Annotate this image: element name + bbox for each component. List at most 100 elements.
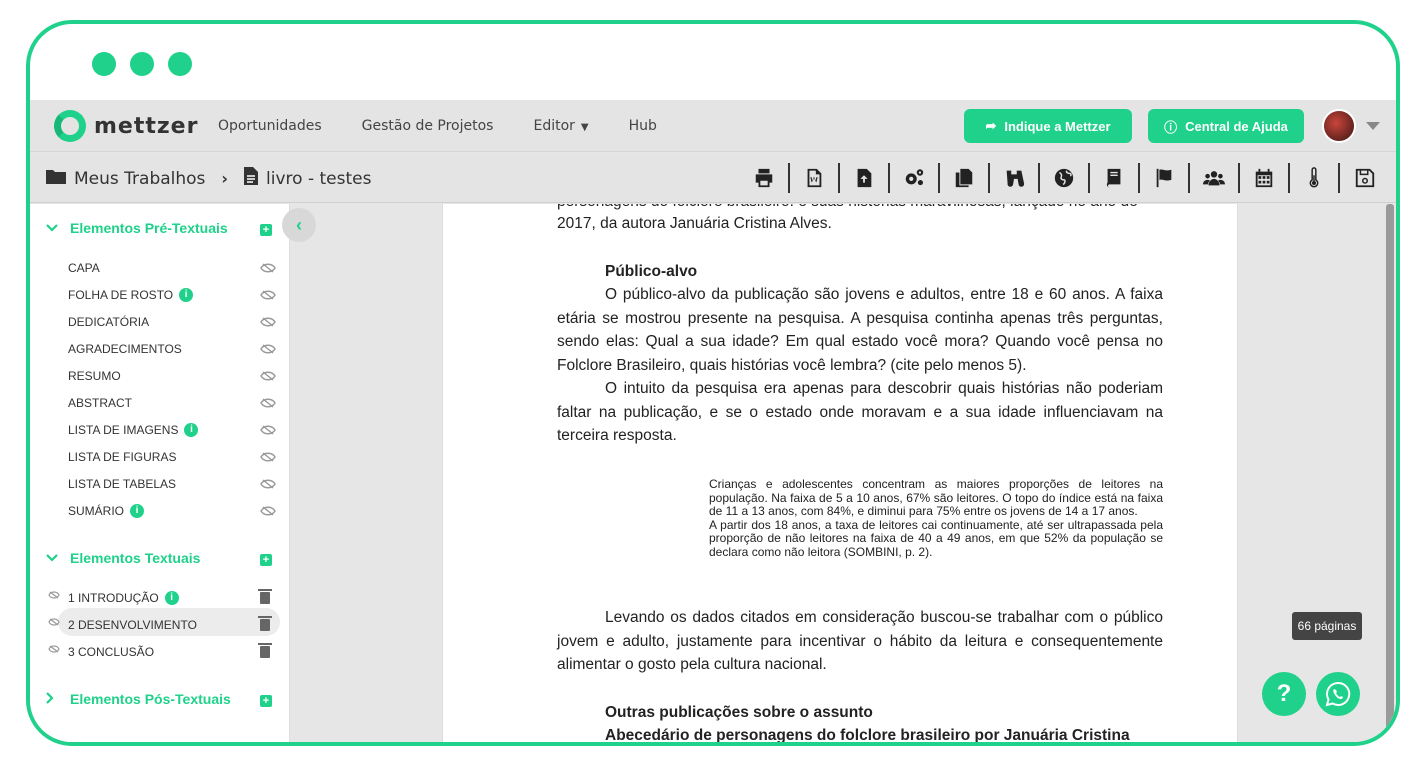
info-icon[interactable]: i: [130, 504, 145, 518]
nav-gestao-projetos[interactable]: Gestão de Projetos: [362, 118, 494, 134]
section-pos-textuais[interactable]: Elementos Pós-Textuais: [46, 691, 231, 707]
eye-slash-icon[interactable]: [260, 425, 276, 435]
trash-icon[interactable]: [258, 616, 272, 631]
eye-slash-icon[interactable]: [48, 618, 60, 626]
copy-icon: [955, 168, 973, 188]
document-page[interactable]: personagens do folclore brasileiro: e su…: [442, 204, 1238, 742]
eye-slash-icon[interactable]: [260, 317, 276, 327]
sidebar-item-label: CAPA: [68, 261, 100, 275]
info-icon[interactable]: i: [179, 288, 194, 302]
eye-slash-icon[interactable]: [260, 290, 276, 300]
window-frame: mettzer Oportunidades Gestão de Projetos…: [26, 20, 1400, 746]
file-upload-button[interactable]: [840, 163, 890, 193]
thermometer-icon: [1309, 167, 1319, 188]
file-icon: [244, 167, 259, 190]
question-icon: ?: [1276, 680, 1292, 707]
print-button[interactable]: [740, 163, 790, 193]
save-button[interactable]: [1340, 163, 1390, 193]
sidebar-item-folha-rosto[interactable]: FOLHA DE ROSTO i: [68, 283, 194, 307]
add-textual-button[interactable]: +: [260, 554, 272, 566]
window-dot-minimize[interactable]: [130, 52, 154, 76]
collapse-sidebar-button[interactable]: ‹: [282, 208, 316, 242]
add-pos-textual-button[interactable]: +: [260, 695, 272, 707]
eye-slash-icon[interactable]: [260, 371, 276, 381]
central-ajuda-button[interactable]: ⓘ Central de Ajuda: [1148, 109, 1304, 143]
nav-items: Oportunidades Gestão de Projetos Editor ▼…: [218, 118, 657, 134]
window-dot-close[interactable]: [92, 52, 116, 76]
calendar-button[interactable]: [1240, 163, 1290, 193]
eye-slash-icon[interactable]: [260, 452, 276, 462]
avatar-caret-icon[interactable]: [1366, 122, 1380, 130]
indique-label: Indique a Mettzer: [1004, 118, 1111, 134]
sidebar-item-desenvolvimento[interactable]: 2 DESENVOLVIMENTO: [68, 613, 197, 637]
nav-oportunidades[interactable]: Oportunidades: [218, 118, 322, 134]
eye-slash-icon[interactable]: [48, 591, 60, 599]
sidebar-item-label: 2 DESENVOLVIMENTO: [68, 618, 197, 632]
print-icon: [755, 168, 773, 188]
sidebar-item-label: RESUMO: [68, 369, 121, 383]
eye-slash-icon[interactable]: [260, 506, 276, 516]
nav-editor[interactable]: Editor ▼: [533, 118, 588, 134]
sidebar-item-lista-tabelas[interactable]: LISTA DE TABELAS: [68, 472, 176, 496]
info-icon[interactable]: i: [184, 423, 199, 437]
thermometer-button[interactable]: [1290, 163, 1340, 193]
window-controls: [92, 52, 192, 76]
book-button[interactable]: [1090, 163, 1140, 193]
breadcrumb-current: livro - testes: [266, 168, 372, 189]
logo-text: mettzer: [94, 113, 199, 139]
sidebar-item-resumo[interactable]: RESUMO: [68, 364, 121, 388]
doc-quote-paragraph: A partir dos 18 anos, a taxa de leitores…: [709, 517, 1163, 559]
app: mettzer Oportunidades Gestão de Projetos…: [30, 100, 1396, 742]
eye-slash-icon[interactable]: [48, 645, 60, 653]
sidebar-item-abstract[interactable]: ABSTRACT: [68, 391, 132, 415]
add-pre-textual-button[interactable]: +: [260, 224, 272, 236]
flag-button[interactable]: [1140, 163, 1190, 193]
avatar[interactable]: [1322, 109, 1356, 143]
eye-slash-icon[interactable]: [260, 479, 276, 489]
doc-heading-outras-publicacoes: Outras publicações sobre o assunto: [605, 703, 873, 721]
sidebar-item-label: LISTA DE FIGURAS: [68, 450, 177, 464]
eye-slash-icon[interactable]: [260, 263, 276, 273]
document-scrollbar[interactable]: [1386, 204, 1394, 742]
chevron-down-icon: [46, 221, 60, 235]
logo[interactable]: mettzer: [54, 110, 198, 142]
help-button[interactable]: ?: [1262, 672, 1306, 716]
nav-hub[interactable]: Hub: [629, 118, 657, 134]
whatsapp-button[interactable]: [1316, 672, 1360, 716]
indique-button[interactable]: ➦ Indique a Mettzer: [964, 109, 1132, 143]
binoculars-button[interactable]: [990, 163, 1040, 193]
eye-slash-icon[interactable]: [260, 344, 276, 354]
sidebar-item-capa[interactable]: CAPA: [68, 256, 100, 280]
toolbar: Meus Trabalhos › livro - testes: [30, 153, 1396, 203]
sidebar-item-label: AGRADECIMENTOS: [68, 342, 182, 356]
folder-icon: [46, 168, 66, 189]
sidebar-item-agradecimentos[interactable]: AGRADECIMENTOS: [68, 337, 182, 361]
section-pre-textuais[interactable]: Elementos Pré-Textuais: [46, 220, 228, 236]
sidebar-item-lista-figuras[interactable]: LISTA DE FIGURAS: [68, 445, 176, 469]
trash-icon[interactable]: [258, 643, 272, 658]
globe-button[interactable]: [1040, 163, 1090, 193]
page-count-badge: 66 páginas: [1292, 612, 1362, 640]
window-dot-maximize[interactable]: [168, 52, 192, 76]
sidebar-item-dedicatoria[interactable]: DEDICATÓRIA: [68, 310, 149, 334]
eye-slash-icon[interactable]: [260, 398, 276, 408]
chevron-right-icon: ›: [221, 169, 229, 188]
settings-button[interactable]: [890, 163, 940, 193]
info-icon[interactable]: i: [164, 591, 179, 605]
chevron-down-icon: [46, 551, 60, 565]
section-textuais[interactable]: Elementos Textuais: [46, 550, 200, 566]
sidebar-item-conclusao[interactable]: 3 CONCLUSÃO: [68, 640, 154, 664]
sidebar-item-introducao[interactable]: 1 INTRODUÇÃO i: [68, 586, 179, 610]
copy-button[interactable]: [940, 163, 990, 193]
section-textual-title: Elementos Textuais: [70, 550, 201, 566]
word-export-button[interactable]: [790, 163, 840, 193]
sidebar-item-label: LISTA DE TABELAS: [68, 477, 177, 491]
sidebar-item-lista-imagens[interactable]: LISTA DE IMAGENS i: [68, 418, 199, 442]
save-icon: [1355, 168, 1375, 188]
breadcrumb-root[interactable]: Meus Trabalhos: [74, 169, 205, 189]
trash-icon[interactable]: [258, 589, 272, 604]
doc-paragraph: O intuito da pesquisa era apenas para de…: [557, 380, 1163, 444]
users-button[interactable]: [1190, 163, 1240, 193]
sidebar-item-sumario[interactable]: SUMÁRIO i: [68, 499, 145, 523]
doc-long-quote: Crianças e adolescentes concentram as ma…: [709, 477, 1163, 560]
